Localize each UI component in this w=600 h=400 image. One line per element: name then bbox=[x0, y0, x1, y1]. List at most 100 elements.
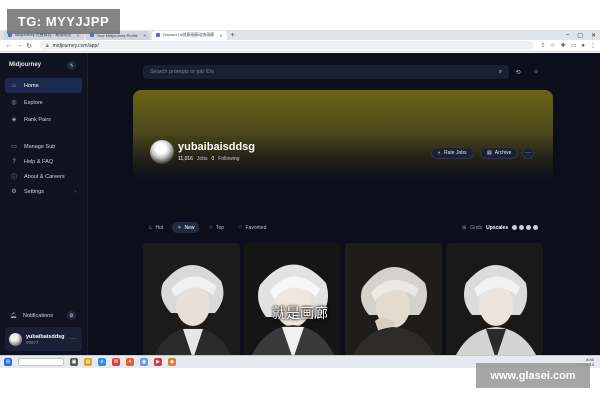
rate-jobs-label: Rate Jobs bbox=[444, 150, 467, 156]
following-count: 0 bbox=[211, 156, 215, 162]
close-tab-icon[interactable]: ✕ bbox=[143, 33, 146, 38]
tab-label: Favorited bbox=[245, 224, 267, 231]
close-tab-icon[interactable]: ✕ bbox=[219, 33, 222, 38]
watermark-top-left: TG: MYYJJPP bbox=[7, 9, 120, 34]
gallery-image-3[interactable] bbox=[345, 243, 442, 359]
file-explorer-icon[interactable]: ▤ bbox=[84, 358, 92, 366]
user-info: yubaibaisddsg #8677 bbox=[26, 334, 65, 345]
sidebar-item-manage-sub[interactable]: ▭ Manage Sub bbox=[5, 139, 82, 154]
tab-label: Hot bbox=[155, 224, 164, 231]
brand-logo[interactable]: Midjourney bbox=[9, 62, 41, 68]
tab-hot[interactable]: ♨ Hot bbox=[143, 222, 168, 233]
star-icon: ☆ bbox=[208, 224, 213, 231]
app-w-icon[interactable]: W bbox=[112, 358, 120, 366]
extensions-icon[interactable]: ✚ bbox=[561, 42, 566, 49]
grid-label: Grids bbox=[470, 224, 483, 231]
grid-value[interactable]: Upscales bbox=[486, 225, 508, 231]
search-input[interactable]: Search prompts or job IDs ⌕ bbox=[143, 65, 509, 79]
search-icon[interactable]: ⌕ bbox=[499, 69, 502, 76]
sidebar-item-label: Manage Sub bbox=[24, 143, 56, 150]
media-app-2-icon[interactable]: ◆ bbox=[168, 358, 176, 366]
view-size-medium-icon[interactable] bbox=[519, 225, 525, 230]
rate-icon: ◐ bbox=[438, 150, 442, 156]
portrait-image bbox=[143, 243, 240, 359]
reload-icon[interactable]: ↻ bbox=[24, 42, 34, 50]
theme-toggle-icon[interactable]: ☼ bbox=[530, 66, 542, 78]
following-label[interactable]: Following bbox=[218, 156, 239, 162]
sidebar-toggle-icon[interactable]: ▭ bbox=[571, 42, 577, 49]
maximize-icon[interactable]: ▢ bbox=[577, 32, 583, 39]
close-window-icon[interactable]: ✕ bbox=[591, 32, 596, 39]
profile-name: yubaibaisddsg bbox=[178, 141, 256, 153]
view-settings-icon[interactable] bbox=[533, 225, 539, 230]
user-card[interactable]: yubaibaisddsg #8677 ··· bbox=[5, 327, 82, 351]
archive-label: Archive bbox=[494, 150, 512, 156]
edge-browser-icon[interactable]: e bbox=[98, 358, 106, 366]
window-controls: – ▢ ✕ bbox=[566, 30, 596, 40]
minimize-icon[interactable]: – bbox=[566, 32, 569, 38]
taskbar-search-box[interactable] bbox=[18, 358, 64, 366]
tab-top[interactable]: ☆ Top bbox=[203, 222, 229, 233]
jobs-label: Jobs bbox=[196, 156, 208, 162]
sidebar-item-label: Help & FAQ bbox=[24, 158, 54, 165]
help-icon: ? bbox=[12, 158, 16, 165]
more-icon[interactable]: ··· bbox=[70, 336, 76, 342]
feed-tabs: ♨ Hot ✧ New ☆ Top ♡ Favorited bbox=[143, 222, 271, 233]
profile-banner bbox=[133, 90, 553, 180]
bookmark-star-icon[interactable]: ☆ bbox=[550, 42, 555, 49]
user-tag: #8677 bbox=[26, 339, 39, 345]
sidebar-item-about[interactable]: ⓘ About & Careers bbox=[5, 169, 82, 184]
jobs-count: 11,016 bbox=[178, 156, 193, 162]
sidebar-item-label: Explore bbox=[24, 99, 43, 106]
heart-icon: ♡ bbox=[238, 224, 243, 231]
sidebar-item-help[interactable]: ? Help & FAQ bbox=[5, 154, 82, 169]
tab-favicon-icon bbox=[156, 33, 161, 37]
chrome-icon[interactable]: ◉ bbox=[140, 358, 148, 366]
sidebar-item-settings[interactable]: ⚙ Settings › bbox=[5, 184, 82, 199]
url-field[interactable]: 🔒︎ midjourney.com/app/ bbox=[40, 41, 535, 50]
edit-icon[interactable]: ✎ bbox=[67, 61, 76, 70]
compass-icon: ◎ bbox=[11, 100, 17, 106]
lock-icon: 🔒︎ bbox=[46, 42, 49, 49]
profile-avatar bbox=[150, 140, 174, 164]
tab-favorited[interactable]: ♡ Favorited bbox=[233, 222, 271, 233]
grid-control: ⊞ Grids Upscales bbox=[462, 222, 539, 233]
browser-tab-3[interactable]: Discord | #创意画廊动态画廊 ✕ bbox=[152, 30, 227, 40]
browser-menu-icon[interactable]: ⋮ bbox=[590, 42, 596, 49]
new-tab-icon[interactable]: + bbox=[231, 32, 235, 39]
share-icon[interactable]: ⇪ bbox=[540, 42, 545, 49]
grid-icon: ⊞ bbox=[462, 224, 467, 231]
gallery-image-1[interactable] bbox=[143, 243, 240, 359]
archive-icon: ▤ bbox=[487, 150, 492, 156]
sidebar-item-explore[interactable]: ◎ Explore bbox=[5, 95, 82, 110]
tab-label: New bbox=[184, 224, 195, 231]
sparkle-icon: ✧ bbox=[177, 224, 182, 231]
fire-icon: ♨ bbox=[148, 224, 153, 231]
forward-icon[interactable]: → bbox=[14, 42, 24, 49]
sidebar-item-home[interactable]: ⌂ Home bbox=[5, 78, 82, 93]
tab-label: Top bbox=[215, 224, 225, 231]
sidebar-item-label: Settings bbox=[24, 188, 44, 195]
view-size-small-icon[interactable] bbox=[512, 225, 518, 230]
profile-more-icon[interactable]: ··· bbox=[522, 147, 534, 159]
view-size-large-icon[interactable] bbox=[526, 225, 532, 230]
card-icon: ▭ bbox=[11, 144, 17, 150]
back-icon[interactable]: ← bbox=[4, 42, 14, 49]
archive-button[interactable]: ▤ Archive bbox=[480, 147, 519, 159]
tab-new[interactable]: ✧ New bbox=[172, 222, 200, 233]
watermark-bottom-right: www.glasei.com bbox=[476, 363, 590, 388]
refresh-icon[interactable]: ⟲ bbox=[512, 66, 524, 78]
gallery-image-2[interactable] bbox=[244, 243, 341, 359]
profile-stats: 11,016 Jobs 0 Following bbox=[178, 156, 239, 162]
sidebar-item-rank-pairs[interactable]: ◈ Rank Pairs bbox=[5, 112, 82, 127]
video-subtitle: 就是画廊 bbox=[272, 306, 328, 322]
profile-icon[interactable]: ● bbox=[581, 43, 585, 49]
media-app-icon[interactable]: ▶ bbox=[154, 358, 162, 366]
rate-jobs-button[interactable]: ◐ Rate Jobs bbox=[431, 147, 474, 159]
windows-start-icon[interactable]: ⊞ bbox=[4, 358, 12, 366]
task-view-icon[interactable]: ▣ bbox=[70, 358, 78, 366]
avatar bbox=[9, 332, 22, 346]
app-icon[interactable]: ✦ bbox=[126, 358, 134, 366]
search-placeholder: Search prompts or job IDs bbox=[150, 69, 214, 75]
gallery-image-4[interactable] bbox=[446, 243, 543, 359]
